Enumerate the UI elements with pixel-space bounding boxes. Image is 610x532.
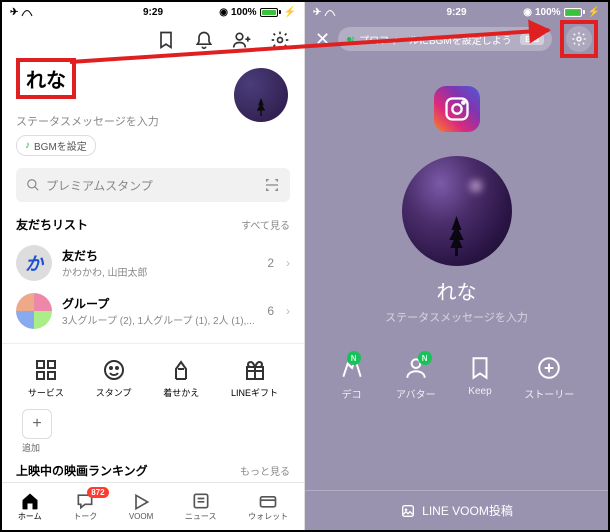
avatar-button[interactable]: N アバター xyxy=(396,355,436,401)
tab-wallet[interactable]: ウォレット xyxy=(248,491,288,522)
scan-icon[interactable] xyxy=(264,177,280,193)
tab-home[interactable]: ホーム xyxy=(18,491,42,522)
tab-voom[interactable]: VOOM xyxy=(129,492,153,521)
tab-talk[interactable]: 872トーク xyxy=(73,491,97,522)
stamps-button[interactable]: スタンプ xyxy=(96,358,132,399)
settings-highlight[interactable] xyxy=(560,20,598,58)
unread-badge: 872 xyxy=(87,487,108,498)
new-badge: N xyxy=(347,351,361,365)
add-friend-icon[interactable] xyxy=(232,30,252,50)
username: れな xyxy=(26,64,66,93)
chevron-right-icon: › xyxy=(286,256,290,270)
header-icons xyxy=(2,22,304,58)
status-bar: ✈ 9:29 ◉ 100% ⚡ xyxy=(2,2,304,22)
clock: 9:29 xyxy=(446,7,466,18)
instagram-link[interactable] xyxy=(434,86,480,132)
status-bar: ✈ 9:29 ◉ 100% ⚡ xyxy=(305,2,608,22)
more-link[interactable]: もっと見る xyxy=(240,463,290,478)
avatar-thumbnail[interactable] xyxy=(234,68,288,122)
profile-screen: ✈ 9:29 ◉ 100% ⚡ ✕ ●♪ プロフィールにBGMを設定しよう BI… xyxy=(305,2,608,530)
services-button[interactable]: サービス xyxy=(28,358,64,399)
tab-news[interactable]: ニュース xyxy=(185,491,217,522)
movie-ranking-title: 上映中の映画ランキング xyxy=(16,462,148,479)
bgm-set-button[interactable]: ♪BGMを設定 xyxy=(16,135,96,156)
avatar xyxy=(16,293,52,329)
profile-status[interactable]: ステータスメッセージを入力 xyxy=(305,309,608,325)
bell-icon[interactable] xyxy=(194,30,214,50)
bookmark-icon[interactable] xyxy=(156,30,176,50)
see-all-link[interactable]: すべて見る xyxy=(241,217,290,232)
profile-name: れな xyxy=(305,276,608,305)
search-bar[interactable]: プレミアムスタンプ xyxy=(16,168,290,202)
add-shortcut-button[interactable]: + xyxy=(22,409,52,439)
username-highlight[interactable]: れな xyxy=(16,58,76,99)
gear-icon[interactable] xyxy=(571,31,587,47)
gift-button[interactable]: LINEギフト xyxy=(231,358,278,399)
deco-button[interactable]: N デコ xyxy=(339,355,365,401)
chevron-right-icon: › xyxy=(286,304,290,318)
voom-post-button[interactable]: LINE VOOM投稿 xyxy=(305,490,608,530)
keep-button[interactable]: Keep xyxy=(467,355,493,401)
avatar: か xyxy=(16,245,52,281)
themes-button[interactable]: 着せかえ xyxy=(163,358,199,399)
friends-row[interactable]: か 友だち かわかわ, 山田太郎 2› xyxy=(2,239,304,287)
tab-bar: ホーム 872トーク VOOM ニュース ウォレット xyxy=(2,482,304,530)
home-screen: ✈ 9:29 ◉ 100% ⚡ れな ステータスメッセージを入力 ♪BGMを設定… xyxy=(2,2,305,530)
new-badge: N xyxy=(418,351,432,365)
friends-list-title: 友だちリスト xyxy=(16,216,88,233)
clock: 9:29 xyxy=(143,7,163,18)
groups-row[interactable]: グループ 3人グループ (2), 1人グループ (1), 2人 (1),... … xyxy=(2,287,304,335)
story-button[interactable]: ストーリー xyxy=(524,355,574,401)
profile-avatar[interactable] xyxy=(402,156,512,266)
